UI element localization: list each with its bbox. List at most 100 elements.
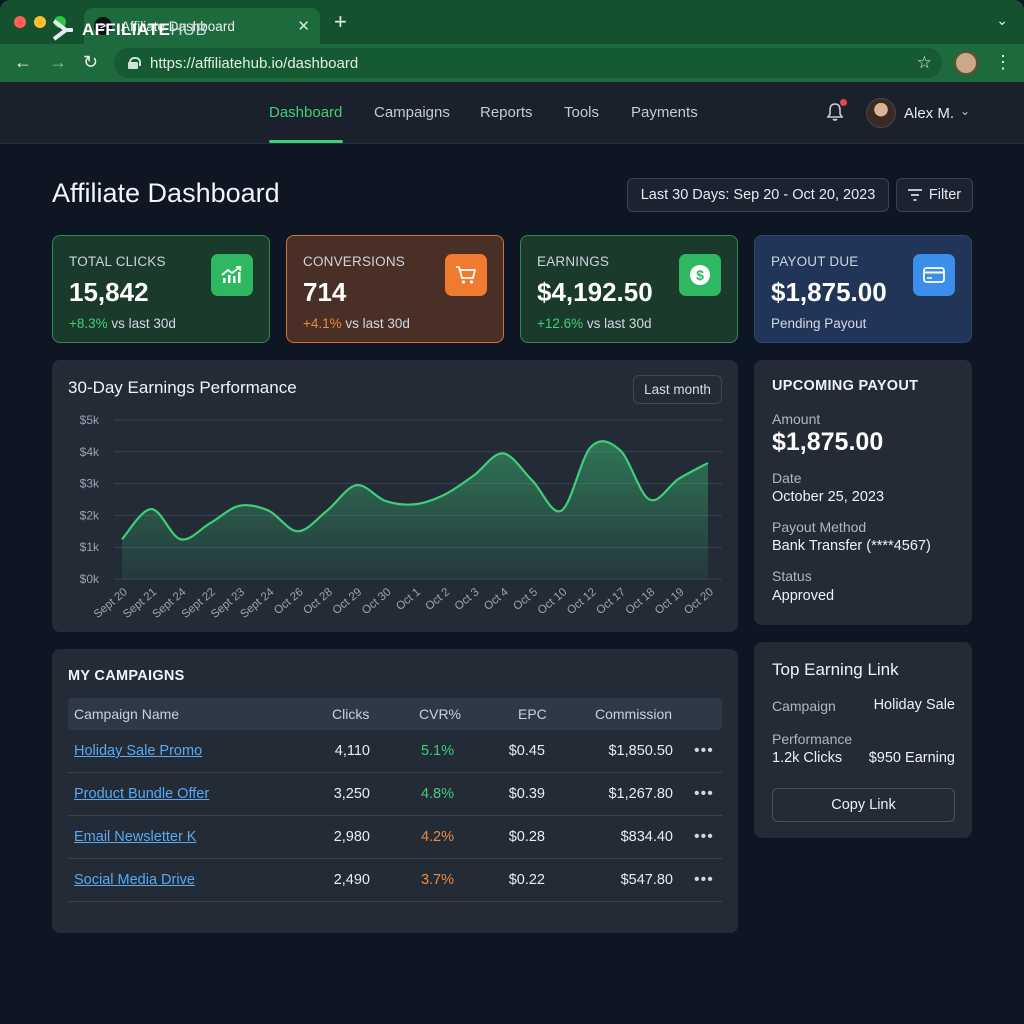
data-point[interactable] <box>705 460 711 466</box>
column-header-clicks[interactable]: Clicks <box>332 706 369 722</box>
address-bar[interactable]: https://affiliatehub.io/dashboard ☆ <box>114 48 942 78</box>
date-range-button[interactable]: Last 30 Days: Sep 20 - Oct 20, 2023 <box>627 178 889 212</box>
card-icon <box>913 254 955 296</box>
data-point[interactable] <box>412 501 418 507</box>
row-more-icon[interactable]: ••• <box>694 871 714 889</box>
data-point[interactable] <box>266 508 272 514</box>
nav-tools[interactable]: Tools <box>564 104 599 121</box>
payout-method-label: Payout Method <box>772 519 867 535</box>
back-icon[interactable]: ← <box>14 52 32 72</box>
cell-cvr: 5.1% <box>420 743 454 759</box>
row-more-icon[interactable]: ••• <box>694 828 714 846</box>
reload-icon[interactable]: ↻ <box>83 52 98 72</box>
data-point[interactable] <box>441 492 447 498</box>
copy-link-button[interactable]: Copy Link <box>772 788 955 822</box>
user-name[interactable]: Alex M. <box>904 105 954 122</box>
x-tick-label: Sept 24 <box>238 586 277 621</box>
data-point[interactable] <box>559 508 565 514</box>
row-divider <box>68 858 722 859</box>
stat-card-earnings[interactable]: EARNINGS $4,192.50 +12.6% vs last 30d $ <box>520 235 738 343</box>
top-link-earning: $950 Earning <box>868 750 955 766</box>
cell-commission: $547.80 <box>620 872 673 888</box>
y-tick-label: $3k <box>80 477 100 491</box>
user-avatar[interactable] <box>866 98 896 128</box>
url-text: https://affiliatehub.io/dashboard <box>150 54 359 72</box>
data-point[interactable] <box>676 476 682 482</box>
data-point[interactable] <box>353 482 359 488</box>
y-tick-label: $1k <box>80 540 100 554</box>
filter-icon <box>907 189 922 201</box>
browser-menu-icon[interactable]: ⋮ <box>994 52 1012 73</box>
campaign-link[interactable]: Email Newsletter K <box>74 829 196 845</box>
y-tick-label: $0k <box>80 572 100 586</box>
payout-status-label: Status <box>772 568 812 584</box>
brand-name-bold: AFFILIATE <box>82 20 171 39</box>
page-title: Affiliate Dashboard <box>52 178 280 208</box>
row-divider <box>68 901 722 902</box>
stat-delta-suffix: vs last 30d <box>583 316 652 331</box>
x-tick-label: Oct 10 <box>536 586 570 617</box>
y-tick-label: $5k <box>80 413 100 427</box>
brand-logo[interactable]: AFFILIATE HUB <box>52 18 207 42</box>
x-tick-label: Oct 19 <box>653 586 687 617</box>
payout-section-title: UPCOMING PAYOUT <box>772 378 919 394</box>
cell-clicks: 3,250 <box>333 786 370 802</box>
data-point[interactable] <box>119 536 125 542</box>
browser-profile-avatar[interactable] <box>954 51 978 75</box>
filter-label: Filter <box>928 187 962 203</box>
row-more-icon[interactable]: ••• <box>694 742 714 760</box>
top-link-title: Top Earning Link <box>772 660 899 679</box>
x-tick-label: Oct 4 <box>482 586 511 613</box>
new-tab-button[interactable]: + <box>334 11 347 33</box>
cell-commission: $1,850.50 <box>608 743 673 759</box>
data-point[interactable] <box>383 498 389 504</box>
campaign-link[interactable]: Social Media Drive <box>74 872 195 888</box>
stat-delta-suffix: vs last 30d <box>107 316 176 331</box>
data-point[interactable] <box>471 473 477 479</box>
data-point[interactable] <box>646 497 652 503</box>
data-point[interactable] <box>148 506 154 512</box>
trend-up-icon <box>211 254 253 296</box>
stat-card-total-clicks[interactable]: TOTAL CLICKS 15,842 +8.3% vs last 30d <box>52 235 270 343</box>
data-point[interactable] <box>500 450 506 456</box>
column-header-epc[interactable]: EPC <box>518 706 547 722</box>
x-tick-label: Oct 3 <box>453 586 482 613</box>
filter-button[interactable]: Filter <box>896 178 973 212</box>
data-point[interactable] <box>617 447 623 453</box>
close-tab-icon[interactable]: ✕ <box>297 17 310 35</box>
nav-payments[interactable]: Payments <box>631 104 698 121</box>
y-tick-label: $2k <box>80 508 100 522</box>
svg-text:$: $ <box>696 267 704 283</box>
data-point[interactable] <box>295 528 301 534</box>
lock-icon <box>128 57 141 69</box>
column-header-cvr[interactable]: CVR% <box>419 706 461 722</box>
forward-icon[interactable]: → <box>49 52 67 72</box>
campaign-link[interactable]: Product Bundle Offer <box>74 786 209 802</box>
active-nav-indicator <box>269 140 343 143</box>
window-close-button[interactable] <box>14 16 26 28</box>
row-more-icon[interactable]: ••• <box>694 785 714 803</box>
campaign-link[interactable]: Holiday Sale Promo <box>74 743 202 759</box>
data-point[interactable] <box>236 503 242 509</box>
bookmark-star-icon[interactable]: ☆ <box>917 53 932 73</box>
data-point[interactable] <box>529 477 535 483</box>
top-link-performance-label: Performance <box>772 731 853 747</box>
stat-card-payout-due[interactable]: PAYOUT DUE $1,875.00 Pending Payout <box>754 235 972 343</box>
cell-clicks: 2,980 <box>333 829 370 845</box>
nav-campaigns[interactable]: Campaigns <box>374 104 450 121</box>
window-minimize-button[interactable] <box>34 16 46 28</box>
column-header-commission[interactable]: Commission <box>595 706 672 722</box>
data-point[interactable] <box>324 508 330 514</box>
data-point[interactable] <box>207 520 213 526</box>
tab-list-chevron-icon[interactable]: ⌄ <box>996 12 1008 29</box>
cell-epc: $0.28 <box>508 829 545 845</box>
nav-reports[interactable]: Reports <box>480 104 533 121</box>
column-header-campaign-name[interactable]: Campaign Name <box>74 706 179 722</box>
x-tick-label: Oct 29 <box>331 586 365 617</box>
data-point[interactable] <box>588 444 594 450</box>
data-point[interactable] <box>178 536 184 542</box>
stat-card-conversions[interactable]: CONVERSIONS 714 +4.1% vs last 30d <box>286 235 504 343</box>
nav-dashboard[interactable]: Dashboard <box>269 104 342 121</box>
user-menu-chevron-icon[interactable]: ⌄ <box>960 104 970 118</box>
cell-epc: $0.39 <box>508 786 545 802</box>
